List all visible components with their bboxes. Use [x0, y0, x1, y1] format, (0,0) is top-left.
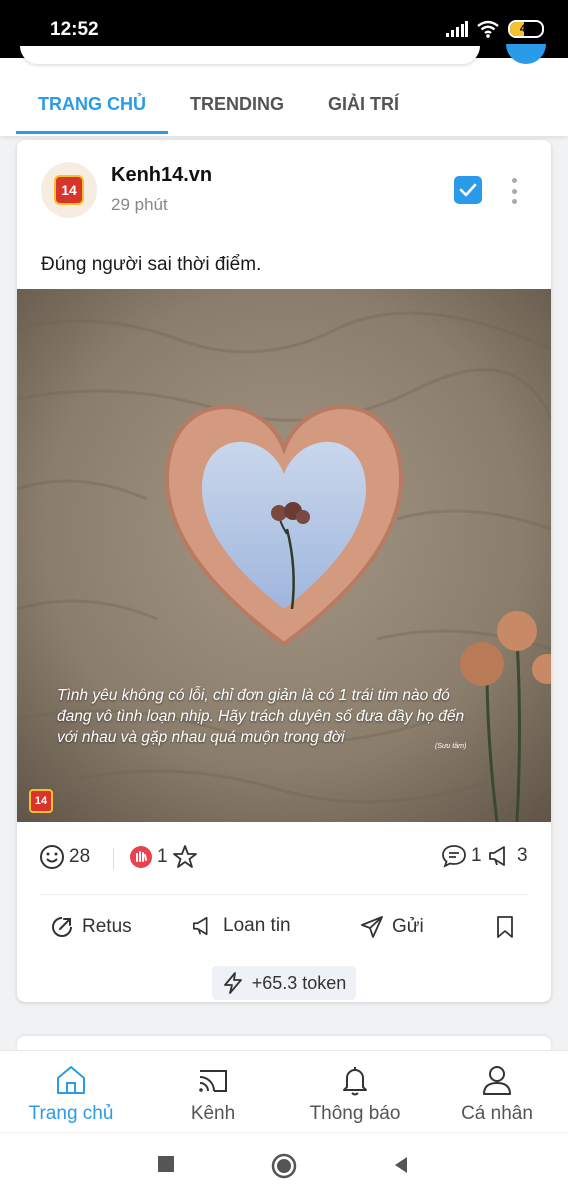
nav-label: Trang chủ [28, 1103, 114, 1124]
image-caption: Tình yêu không có lỗi, chỉ đơn giản là c… [57, 687, 465, 746]
system-nav-bar [0, 1132, 568, 1200]
loan-tin-label: Loan tin [223, 915, 291, 936]
bookmark-button[interactable] [495, 915, 515, 939]
retus-icon [52, 917, 72, 937]
share-stat[interactable]: 3 [487, 844, 528, 868]
top-header: TRANG CHỦ TRENDING GIẢI TRÍ [0, 44, 568, 136]
post-time: 29 phút [111, 195, 168, 214]
bookmark-icon [497, 916, 513, 938]
check-icon [459, 183, 477, 197]
clap-reaction[interactable]: 1 [129, 844, 198, 870]
avatar[interactable] [506, 44, 546, 64]
gui-button[interactable]: Gửi [360, 915, 424, 939]
status-icons: 45 [446, 20, 544, 38]
nav-ca-nhan[interactable]: Cá nhân [426, 1051, 568, 1133]
recents-icon[interactable] [157, 1155, 175, 1173]
token-value: +65.3 token [251, 972, 347, 993]
megaphone-icon [193, 916, 208, 936]
share-count: 3 [517, 845, 528, 866]
comment-stat[interactable]: 1 [441, 844, 482, 868]
image-credit: (Sưu tầm) [435, 743, 467, 750]
gui-label: Gửi [392, 916, 424, 937]
bell-icon [343, 1067, 367, 1096]
nav-label: Thông báo [309, 1103, 401, 1124]
clap-icon [130, 846, 152, 868]
stats-row: 28 1 1 3 [17, 822, 551, 894]
post-image[interactable]: Tình yêu không có lỗi, chỉ đơn giản là c… [17, 289, 551, 822]
home-button-icon[interactable] [271, 1153, 297, 1179]
bottom-nav: Trang chủ Kênh Thông báo Cá nhân [0, 1050, 568, 1132]
more-options-icon[interactable] [505, 178, 523, 204]
action-row: Retus Loan tin Gửi [17, 905, 551, 955]
send-icon [361, 916, 383, 938]
star-icon[interactable] [172, 844, 198, 870]
post-card: 14 Kenh14.vn 29 phút Đúng người sai thời… [17, 140, 551, 1002]
divider [39, 894, 529, 895]
tab-trang-chu[interactable]: TRANG CHỦ [0, 82, 168, 136]
follow-checkbox[interactable] [454, 176, 482, 204]
divider [113, 848, 114, 870]
loan-tin-button[interactable]: Loan tin [191, 915, 291, 937]
wifi-icon [477, 20, 499, 38]
post-source[interactable]: Kenh14.vn [111, 164, 212, 187]
nav-kenh[interactable]: Kênh [142, 1051, 284, 1133]
battery-icon: 45 [508, 20, 544, 38]
image-logo: 14 [29, 789, 53, 813]
lightning-icon [223, 972, 242, 994]
smile-icon [40, 845, 64, 869]
comment-icon [442, 845, 466, 868]
search-bar[interactable] [20, 46, 480, 64]
tab-giai-tri[interactable]: GIẢI TRÍ [306, 82, 421, 136]
smile-count: 28 [69, 846, 91, 867]
post-text: Đúng người sai thời điểm. [41, 254, 262, 275]
token-badge: +65.3 token [212, 966, 356, 1000]
nav-label: Cá nhân [461, 1103, 533, 1124]
nav-label: Kênh [190, 1103, 236, 1124]
nav-trang-chu[interactable]: Trang chủ [0, 1051, 142, 1133]
back-icon[interactable] [391, 1155, 409, 1175]
category-tabs: TRANG CHỦ TRENDING GIẢI TRÍ [0, 82, 421, 136]
battery-level: 45 [519, 23, 533, 35]
cast-icon [199, 1070, 227, 1092]
smile-reaction[interactable]: 28 [39, 844, 90, 870]
signal-icon [446, 21, 468, 37]
user-icon [483, 1066, 511, 1095]
retus-button[interactable]: Retus [50, 915, 132, 939]
megaphone-icon [489, 846, 505, 866]
retus-label: Retus [82, 916, 132, 937]
tab-trending[interactable]: TRENDING [168, 82, 306, 136]
source-logo[interactable]: 14 [41, 162, 97, 218]
kenh14-logo: 14 [54, 175, 84, 205]
nav-thong-bao[interactable]: Thông báo [284, 1051, 426, 1133]
status-time: 12:52 [50, 19, 99, 40]
home-icon [57, 1066, 85, 1094]
comment-count: 1 [471, 845, 482, 866]
clap-count: 1 [157, 846, 168, 867]
